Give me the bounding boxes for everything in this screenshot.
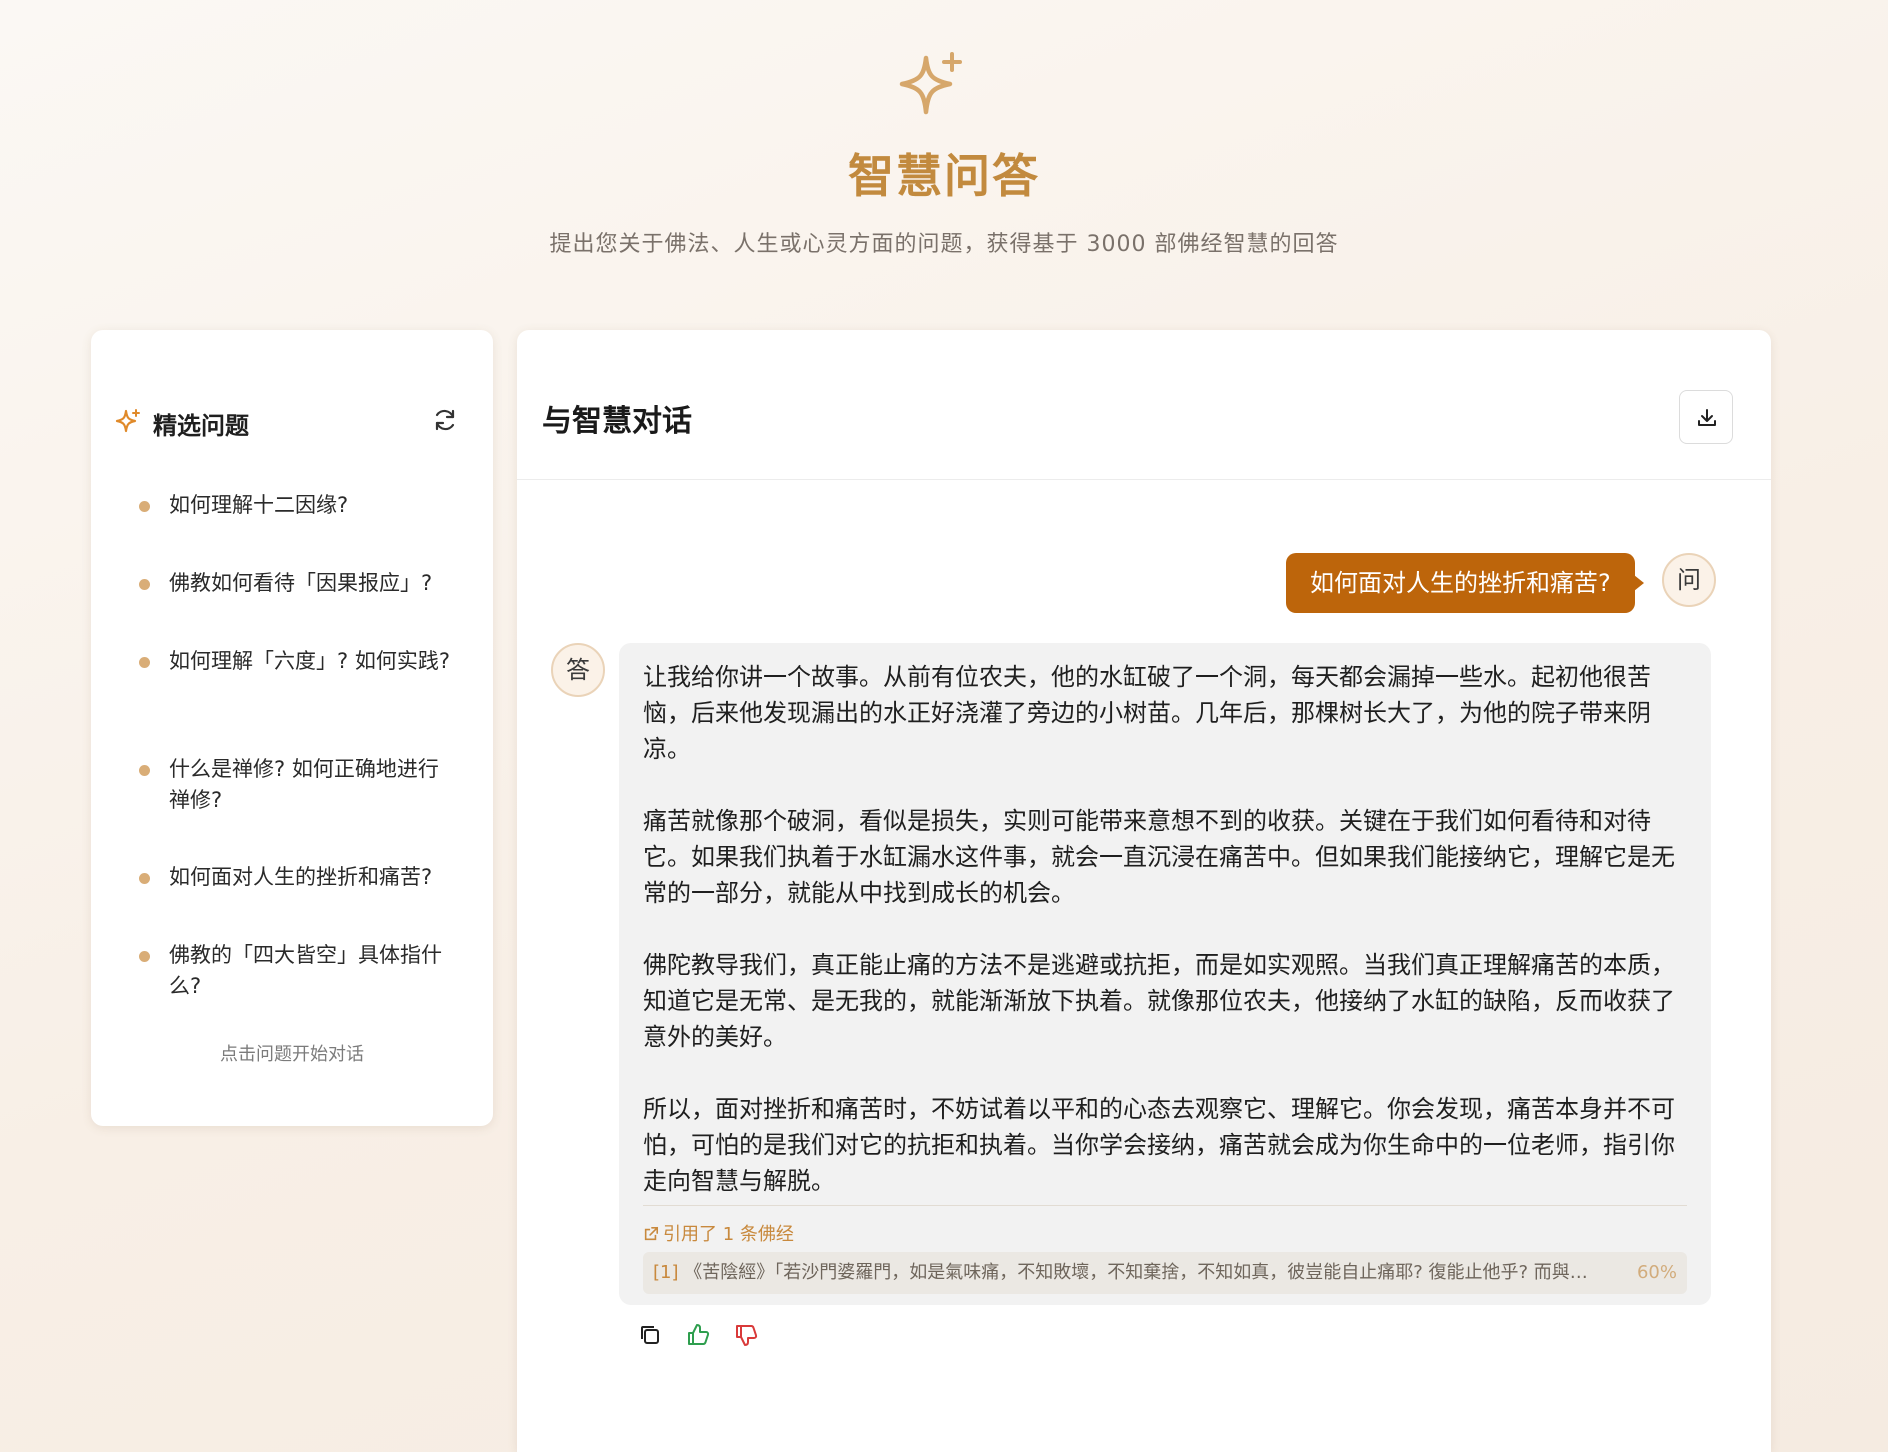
question-text: 什么是禅修? 如何正确地进行禅修?	[169, 757, 439, 812]
thumbs-down-icon[interactable]	[731, 1320, 761, 1350]
citation-divider	[643, 1205, 1687, 1206]
citation-relevance: 60%	[1636, 1262, 1677, 1283]
thumbs-up-icon[interactable]	[683, 1320, 713, 1350]
bullet-dot	[139, 765, 150, 776]
bot-avatar: 答	[551, 643, 605, 697]
citation-label-text: 引用了 1 条佛经	[663, 1224, 794, 1245]
bullet-dot	[139, 657, 150, 668]
citation-item[interactable]: [1] 《苦陰經》「若沙門婆羅門，如是氣味痛，不知敗壞，不知棄捨，不知如真，彼豈…	[643, 1252, 1687, 1294]
chat-header: 与智慧对话	[517, 330, 1771, 480]
page-subtitle: 提出您关于佛法、人生或心灵方面的问题，获得基于 3000 部佛经智慧的回答	[549, 232, 1339, 257]
user-message-bubble: 如何面对人生的挫折和痛苦?	[1286, 553, 1644, 613]
external-link-icon	[644, 1226, 659, 1241]
refresh-icon[interactable]	[431, 406, 459, 434]
page-title: 智慧问答	[848, 149, 1040, 203]
question-text: 如何理解十二因缘?	[169, 493, 349, 517]
question-text: 如何面对人生的挫折和痛苦?	[169, 865, 433, 889]
citation-excerpt: 《苦陰經》「若沙門婆羅門，如是氣味痛，不知敗壞，不知棄捨，不知如真，彼豈能自止痛…	[684, 1262, 1603, 1283]
sparkle-icon	[115, 409, 140, 433]
sidebar-hint: 点击问题开始对话	[220, 1044, 364, 1065]
download-button[interactable]	[1679, 390, 1733, 444]
question-text: 佛教的「四大皆空」具体指什么?	[169, 943, 442, 998]
copy-icon[interactable]	[635, 1320, 665, 1350]
featured-questions-panel: 精选问题 如何理解十二因缘? 佛教如何看待「因果报应」? 如何理解「六度」? 如…	[91, 330, 493, 1126]
bullet-dot	[139, 873, 150, 884]
answer-paragraph: 佛陀教导我们，真正能止痛的方法不是逃避或抗拒，而是如实观照。当我们真正理解痛苦的…	[643, 951, 1675, 1051]
chat-panel: 与智慧对话 如何面对人生的挫折和痛苦? 问 答 让我给你讲一个故事。从前有位农夫…	[517, 330, 1771, 1452]
user-avatar: 问	[1662, 553, 1716, 607]
bullet-dot	[139, 501, 150, 512]
question-text: 佛教如何看待「因果报应」?	[169, 571, 433, 595]
sparkle-icon	[899, 52, 962, 115]
download-icon	[1698, 409, 1716, 426]
answer-paragraph: 让我给你讲一个故事。从前有位农夫，他的水缸破了一个洞，每天都会漏掉一些水。起初他…	[643, 663, 1651, 763]
question-text: 如何理解「六度」? 如何实践?	[169, 649, 450, 673]
bullet-dot	[139, 579, 150, 590]
citation-label: 引用了 1 条佛经	[643, 1220, 794, 1246]
featured-questions-header: 精选问题	[115, 400, 469, 440]
featured-questions-title: 精选问题	[153, 412, 249, 440]
answer-paragraph: 痛苦就像那个破洞，看似是损失，实则可能带来意想不到的收获。关键在于我们如何看待和…	[643, 807, 1675, 907]
assistant-message-bubble: 让我给你讲一个故事。从前有位农夫，他的水缸破了一个洞，每天都会漏掉一些水。起初他…	[619, 643, 1711, 1305]
answer-paragraph: 所以，面对挫折和痛苦时，不妨试着以平和的心态去观察它、理解它。你会发现，痛苦本身…	[643, 1095, 1675, 1195]
citation-index: [1]	[653, 1262, 679, 1283]
chat-title: 与智慧对话	[542, 404, 692, 439]
citation-text: [1] 《苦陰經》「若沙門婆羅門，如是氣味痛，不知敗壞，不知棄捨，不知如真，彼豈…	[653, 1252, 1603, 1294]
bullet-dot	[139, 951, 150, 962]
